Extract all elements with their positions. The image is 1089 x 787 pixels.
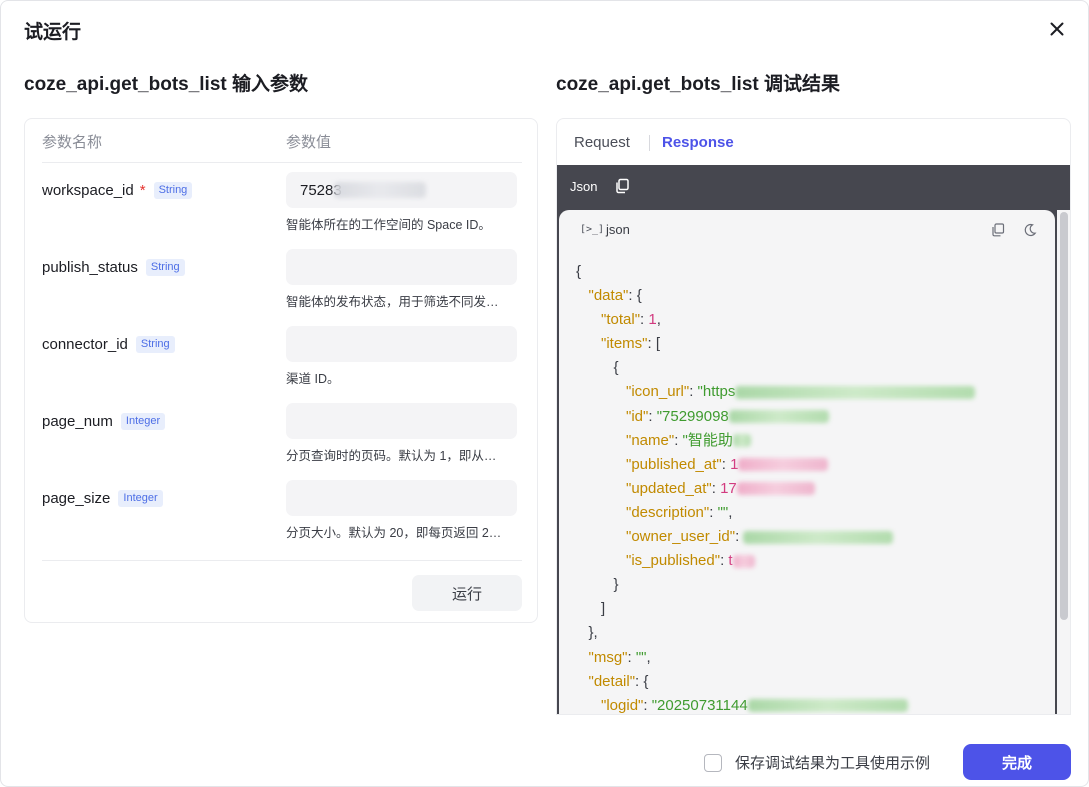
param-name: page_num — [42, 413, 113, 430]
input-params-title: coze_api.get_bots_list 输入参数 — [24, 74, 309, 95]
trial-run-dialog: 试运行 coze_api.get_bots_list 输入参数 coze_api… — [0, 0, 1089, 787]
type-tag: Integer — [118, 490, 163, 507]
param-name: connector_id — [42, 336, 128, 353]
copy-icon[interactable] — [991, 223, 1005, 237]
code-language: json — [606, 222, 630, 237]
result-tabs: Request Response — [557, 119, 1070, 165]
save-example-label: 保存调试结果为工具使用示例 — [735, 755, 931, 772]
connector-id-input[interactable] — [286, 326, 517, 362]
type-tag: Integer — [120, 413, 166, 430]
close-button[interactable] — [1046, 18, 1068, 40]
param-row-page-size: page_size Integer 分页大小。默认为 20，即每页返回 2… — [42, 480, 522, 550]
done-button[interactable]: 完成 — [963, 744, 1071, 780]
type-tag: String — [145, 259, 185, 276]
type-tag: String — [153, 182, 193, 199]
tab-divider — [649, 135, 650, 151]
run-button[interactable]: 运行 — [412, 575, 522, 611]
dialog-title: 试运行 — [24, 22, 82, 43]
params-header: 参数名称 参数值 — [42, 119, 522, 163]
json-label: Json — [570, 179, 598, 194]
moon-icon[interactable] — [1023, 223, 1037, 237]
json-code-block: [>_] json { "data": { "total": 1, "items… — [559, 210, 1055, 714]
param-name: workspace_id — [42, 182, 134, 199]
json-toolbar: Json — [557, 165, 1070, 208]
terminal-icon: [>_] — [580, 224, 605, 235]
param-desc: 分页查询时的页码。默认为 1，即从… — [286, 449, 497, 463]
divider — [42, 560, 522, 561]
code-header: [>_] json — [559, 210, 1055, 250]
scrollbar-thumb[interactable] — [1060, 212, 1068, 620]
header-param-name: 参数名称 — [42, 134, 103, 151]
type-tag: String — [135, 336, 175, 353]
param-row-connector-id: connector_id String 渠道 ID。 — [42, 326, 522, 396]
save-example-option[interactable]: 保存调试结果为工具使用示例 — [704, 752, 930, 773]
redacted-value — [334, 182, 426, 198]
copy-icon[interactable] — [614, 178, 630, 194]
header-param-value: 参数值 — [286, 134, 332, 151]
debug-result-title: coze_api.get_bots_list 调试结果 — [556, 74, 841, 95]
tab-response[interactable]: Response — [662, 134, 734, 151]
publish-status-input[interactable] — [286, 249, 517, 285]
param-row-workspace-id: workspace_id * String 智能体所在的工作空间的 Space … — [42, 172, 522, 242]
json-content: { "data": { "total": 1, "items": [ { "ic… — [576, 260, 976, 714]
param-desc: 智能体的发布状态，用于筛选不同发… — [286, 295, 499, 309]
param-desc: 分页大小。默认为 20，即每页返回 2… — [286, 526, 502, 540]
params-card: 参数名称 参数值 workspace_id * String 智能体所在的工作空… — [24, 118, 538, 623]
param-desc: 智能体所在的工作空间的 Space ID。 — [286, 218, 491, 232]
param-desc: 渠道 ID。 — [286, 372, 340, 386]
page-size-input[interactable] — [286, 480, 517, 516]
code-container: [>_] json { "data": { "total": 1, "items… — [557, 208, 1070, 714]
param-row-page-num: page_num Integer 分页查询时的页码。默认为 1，即从… — [42, 403, 522, 473]
close-icon — [1050, 22, 1064, 36]
param-name: publish_status — [42, 259, 138, 276]
result-card: Request Response Json [>_] json {"data"… — [556, 118, 1071, 715]
save-example-checkbox[interactable] — [704, 753, 722, 772]
tab-request[interactable]: Request — [574, 134, 630, 151]
param-row-publish-status: publish_status String 智能体的发布状态，用于筛选不同发… — [42, 249, 522, 319]
required-mark: * — [139, 182, 146, 199]
param-name: page_size — [42, 490, 111, 507]
page-num-input[interactable] — [286, 403, 517, 439]
